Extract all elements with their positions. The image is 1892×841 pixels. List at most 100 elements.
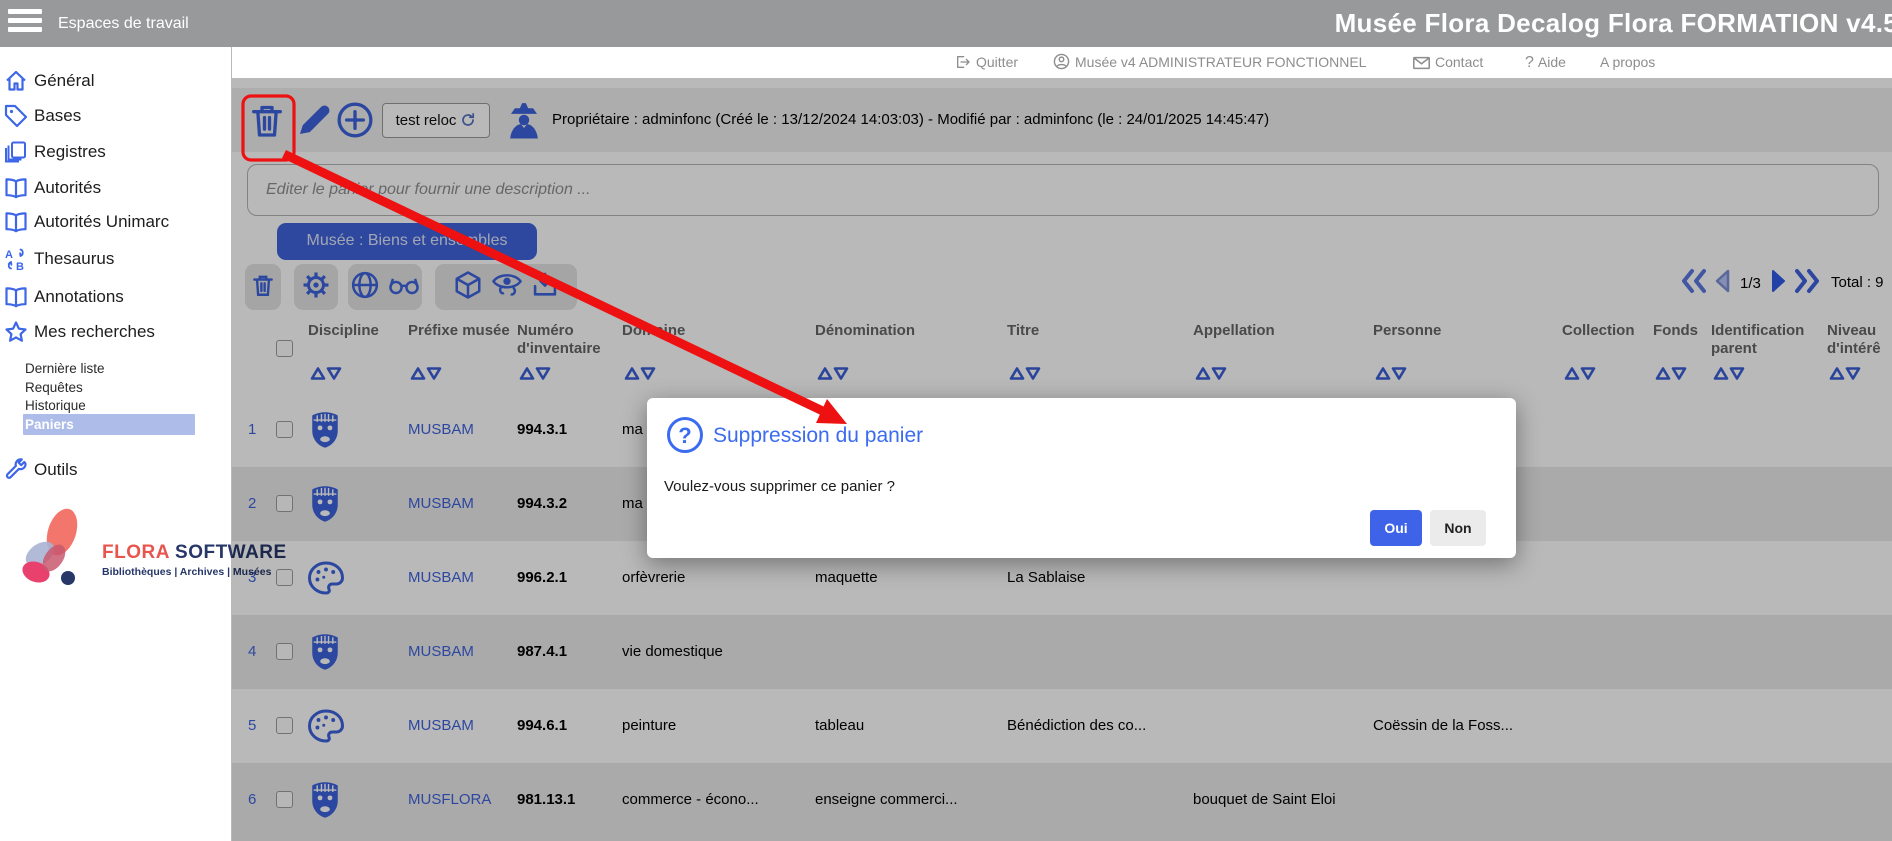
mask-icon[interactable] xyxy=(308,484,342,529)
double-chevron-right-icon[interactable] xyxy=(1793,268,1821,299)
row-checkbox[interactable] xyxy=(276,421,293,438)
prefixe-link[interactable]: MUSBAM xyxy=(408,541,510,615)
sidebar-item-annotations[interactable]: Annotations xyxy=(0,284,232,312)
logo-brand-software: SOFTWARE xyxy=(175,542,287,563)
prefixe-link[interactable]: MUSBAM xyxy=(408,467,510,541)
spy-icon[interactable] xyxy=(505,100,545,140)
sort-icons-identification[interactable] xyxy=(1713,366,1745,386)
settings-button[interactable] xyxy=(294,264,338,310)
tab-musee-biens-et-ensembles[interactable]: Musée : Biens et ensembles xyxy=(277,223,537,260)
column-header-prefixe-musee[interactable]: Préfixe musée xyxy=(408,322,510,340)
tag-icon xyxy=(4,104,28,133)
sidebar-subitem-historique[interactable]: Historique xyxy=(25,395,225,416)
row-checkbox[interactable] xyxy=(276,569,293,586)
export-view-download-group[interactable] xyxy=(435,264,577,310)
basket-description-input[interactable] xyxy=(247,164,1879,216)
row-checkbox[interactable] xyxy=(276,717,293,734)
row-checkbox[interactable] xyxy=(276,791,293,808)
chevron-left-icon[interactable] xyxy=(1713,268,1733,299)
sidebar-item-mes-recherches[interactable]: Mes recherches xyxy=(0,319,232,347)
sort-icons-collection[interactable] xyxy=(1564,366,1596,386)
user-menu[interactable]: Musée v4 ADMINISTRATEUR FONCTIONNEL xyxy=(1053,47,1366,78)
sidebar-subitem-paniers[interactable]: Paniers xyxy=(23,414,195,435)
sidebar-item-thesaurus[interactable]: AB Thesaurus xyxy=(0,246,232,274)
add-basket-button[interactable] xyxy=(335,100,375,140)
mask-icon[interactable] xyxy=(308,632,342,677)
table-row[interactable]: 5 MUSBAM 994.6.1 peinture tableau Bénédi… xyxy=(232,689,1892,763)
column-header-domaine[interactable]: Domaine xyxy=(622,322,810,340)
select-all-checkbox[interactable] xyxy=(276,340,293,357)
flora-flower-icon xyxy=(10,506,94,603)
sort-icons-denomination[interactable] xyxy=(817,366,849,386)
hamburger-menu-icon[interactable] xyxy=(8,9,44,39)
mask-icon[interactable] xyxy=(308,410,342,455)
about-button[interactable]: A propos xyxy=(1600,47,1655,78)
sidebar-item-registres[interactable]: Registres xyxy=(0,139,232,167)
column-header-discipline[interactable]: Discipline xyxy=(308,322,404,340)
row-number-link[interactable]: 4 xyxy=(248,615,274,689)
column-header-personne[interactable]: Personne xyxy=(1373,322,1557,340)
chevron-right-icon[interactable] xyxy=(1768,268,1788,299)
confirm-yes-button[interactable]: Oui xyxy=(1370,510,1422,546)
delete-confirmation-dialog: ? Suppression du panier Voulez-vous supp… xyxy=(647,398,1516,558)
prefixe-link[interactable]: MUSFLORA xyxy=(408,763,510,837)
svg-text:?: ? xyxy=(678,423,691,448)
sort-icons-prefixe[interactable] xyxy=(410,366,442,386)
delete-items-button[interactable] xyxy=(245,264,281,310)
sort-icons-fonds[interactable] xyxy=(1655,366,1687,386)
sort-icons-discipline[interactable] xyxy=(310,366,342,386)
contact-button[interactable]: Contact xyxy=(1413,47,1483,78)
column-header-denomination[interactable]: Dénomination xyxy=(815,322,1001,340)
prefixe-link[interactable]: MUSBAM xyxy=(408,615,510,689)
sidebar-item-autorites[interactable]: Autorités xyxy=(0,175,232,203)
mask-icon[interactable] xyxy=(308,780,342,825)
sort-icons-numero[interactable] xyxy=(519,366,551,386)
sidebar-item-outils[interactable]: Outils xyxy=(0,457,232,485)
prefixe-link[interactable]: MUSBAM xyxy=(408,689,510,763)
edit-basket-button[interactable] xyxy=(296,100,336,140)
sidebar-item-bases[interactable]: Bases xyxy=(0,103,232,131)
palette-icon[interactable] xyxy=(308,561,344,600)
confirm-no-button[interactable]: Non xyxy=(1430,510,1486,546)
row-number-link[interactable]: 1 xyxy=(248,393,274,467)
row-number-link[interactable]: 6 xyxy=(248,763,274,837)
sort-icons-personne[interactable] xyxy=(1375,366,1407,386)
logo-brand-flora: FLORA xyxy=(102,542,169,563)
column-header-numero-inventaire[interactable]: Numéro d'inventaire xyxy=(517,322,617,357)
double-chevron-left-icon[interactable] xyxy=(1680,268,1708,299)
row-number-link[interactable]: 2 xyxy=(248,467,274,541)
publish-view-group[interactable] xyxy=(348,264,422,310)
numero-inventaire: 994.3.2 xyxy=(517,467,617,541)
basket-name-button[interactable]: test reloc xyxy=(382,103,490,138)
column-header-appellation[interactable]: Appellation xyxy=(1193,322,1369,340)
table-row[interactable]: 4 MUSBAM 987.4.1 vie domestique xyxy=(232,615,1892,689)
row-number-link[interactable]: 5 xyxy=(248,689,274,763)
row-checkbox[interactable] xyxy=(276,495,293,512)
sidebar-item-general[interactable]: Général xyxy=(0,68,232,96)
sort-icons-niveau[interactable] xyxy=(1829,366,1861,386)
palette-icon[interactable] xyxy=(308,709,344,748)
envelope-icon xyxy=(1413,54,1435,70)
sort-icons-domaine[interactable] xyxy=(624,366,656,386)
glasses-icon xyxy=(388,275,420,300)
column-header-titre[interactable]: Titre xyxy=(1007,322,1187,340)
sidebar-item-autorites-unimarc[interactable]: Autorités Unimarc xyxy=(0,209,232,237)
prefixe-link[interactable]: MUSBAM xyxy=(408,393,510,467)
quit-button[interactable]: Quitter xyxy=(955,47,1018,78)
column-header-identification-parent[interactable]: Identification parent xyxy=(1711,322,1825,357)
column-header-fonds[interactable]: Fonds xyxy=(1653,322,1709,340)
row-checkbox[interactable] xyxy=(276,643,293,660)
top-bar: Espaces de travail Musée Flora Decalog F… xyxy=(0,0,1892,47)
delete-basket-button[interactable] xyxy=(247,100,287,140)
plus-circle-icon xyxy=(335,127,375,144)
appellation-value: bouquet de Saint Eloi xyxy=(1193,763,1369,837)
sidebar-subitem-derniere-liste[interactable]: Dernière liste xyxy=(25,358,225,379)
column-header-collection[interactable]: Collection xyxy=(1562,322,1650,340)
column-header-niveau-interet[interactable]: Niveau d'intérê xyxy=(1827,322,1892,357)
main-content: test reloc Propriétaire : adminfonc (Cré… xyxy=(232,78,1892,841)
help-button[interactable]: ?Aide xyxy=(1525,47,1566,78)
pencil-icon xyxy=(296,125,334,142)
table-row[interactable]: 6 MUSFLORA 981.13.1 commerce - écono... … xyxy=(232,763,1892,837)
sort-icons-titre[interactable] xyxy=(1009,366,1041,386)
sort-icons-appellation[interactable] xyxy=(1195,366,1227,386)
